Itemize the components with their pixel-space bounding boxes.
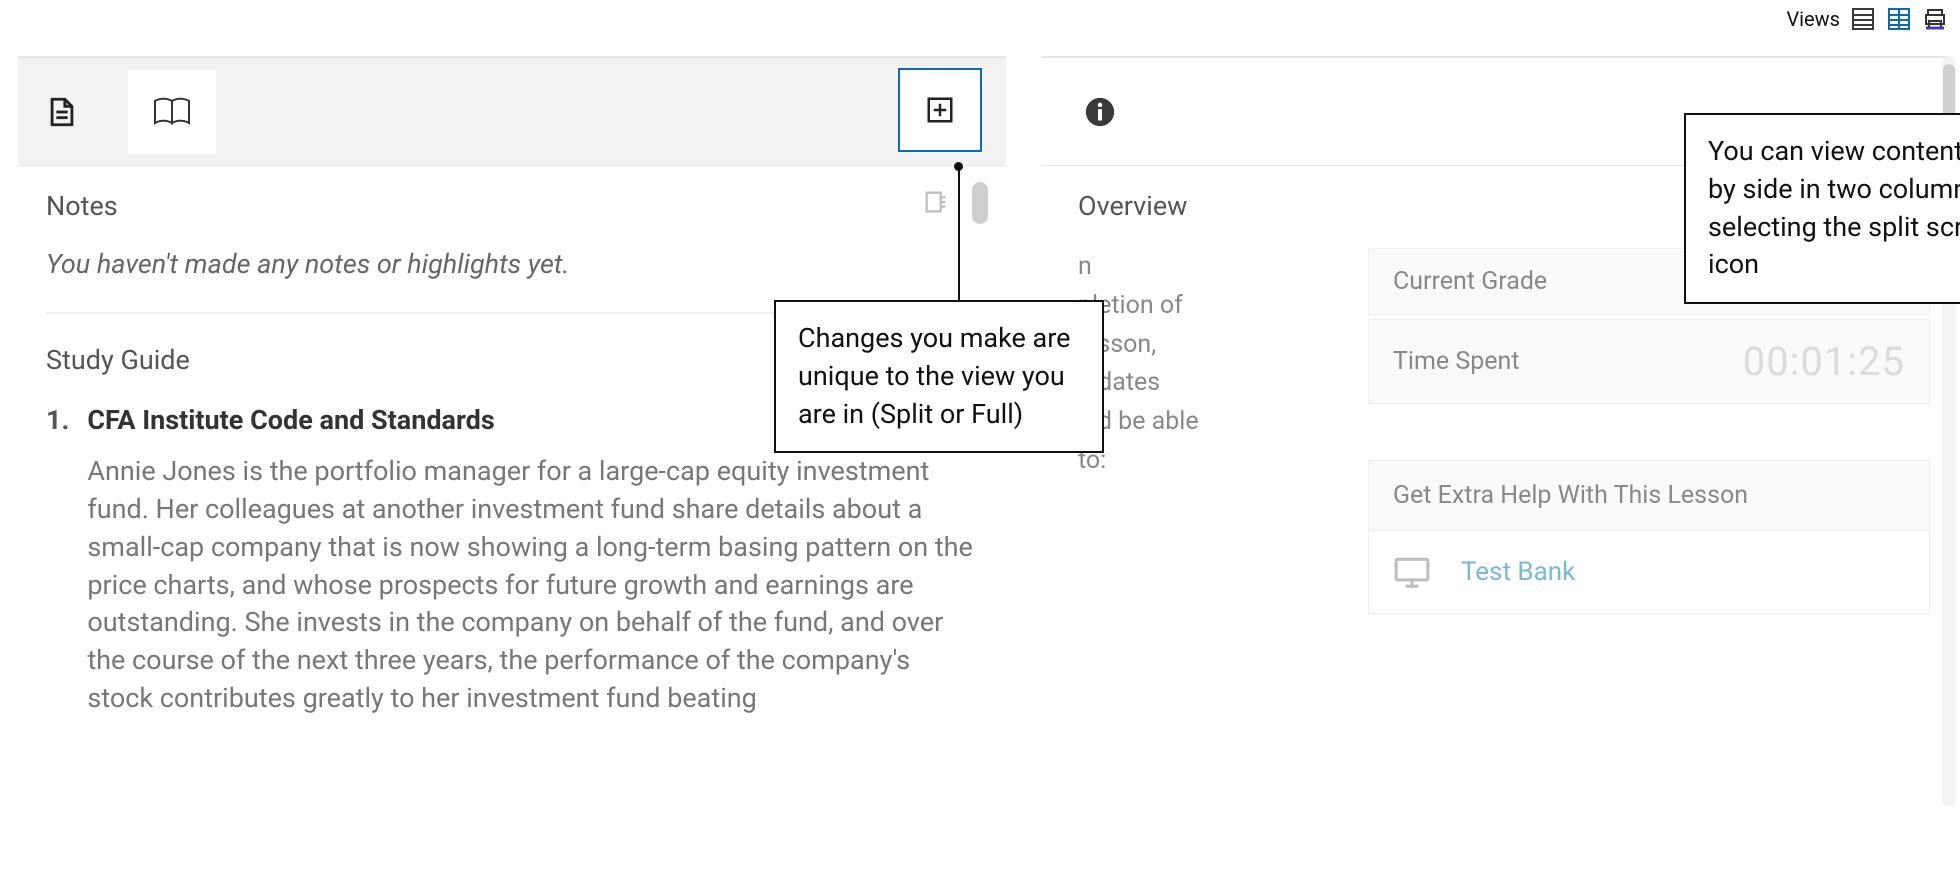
- left-pane-content: Notes You haven't made any notes or high…: [18, 166, 1006, 878]
- overview-line: didates: [1078, 364, 1308, 403]
- print-icon: [1923, 7, 1947, 31]
- left-pane-toolbar: [18, 58, 1006, 166]
- info-button[interactable]: [1076, 88, 1124, 136]
- split-view-icon: [1887, 7, 1911, 31]
- overview-line: pletion of: [1078, 287, 1308, 326]
- notes-empty-text: You haven't made any notes or highlights…: [46, 248, 978, 280]
- help-card-label: Get Extra Help With This Lesson: [1368, 460, 1930, 531]
- full-view-button[interactable]: [1850, 6, 1876, 32]
- print-button[interactable]: [1922, 6, 1948, 32]
- time-spent-row: Time Spent 00:01:25: [1368, 319, 1930, 404]
- overview-line: uld be able: [1078, 403, 1308, 442]
- help-row: Test Bank: [1368, 531, 1930, 614]
- monitor-icon: [1393, 555, 1431, 589]
- overview-line: n: [1078, 248, 1308, 287]
- time-spent-value: 00:01:25: [1743, 338, 1905, 385]
- callout-changes: Changes you make are unique to the view …: [774, 300, 1104, 453]
- book-icon: [153, 97, 191, 127]
- overview-text-column: n pletion of lesson, didates uld be able…: [1078, 248, 1328, 614]
- add-panel-button[interactable]: [898, 68, 982, 152]
- info-icon: [1083, 95, 1117, 129]
- study-guide-item-text: Annie Jones is the portfolio manager for…: [87, 453, 978, 718]
- current-grade-label: Current Grade: [1393, 267, 1547, 296]
- study-guide-item-number: 1.: [46, 402, 69, 718]
- callout-1-leader-dot: [954, 162, 963, 171]
- split-view-button[interactable]: [1886, 6, 1912, 32]
- callout-split-view: You can view content side by side in two…: [1684, 113, 1960, 304]
- document-icon: [45, 95, 79, 129]
- time-spent-label: Time Spent: [1393, 347, 1520, 376]
- notes-heading: Notes: [46, 190, 978, 222]
- overview-line: to:: [1078, 442, 1308, 481]
- overview-line: lesson,: [1078, 326, 1308, 365]
- callout-1-leader: [958, 170, 960, 300]
- test-bank-link[interactable]: Test Bank: [1461, 557, 1575, 587]
- book-tab[interactable]: [128, 70, 216, 154]
- full-view-icon: [1851, 7, 1875, 31]
- views-toolbar: Views: [1786, 6, 1948, 32]
- left-pane: Notes You haven't made any notes or high…: [18, 56, 1006, 878]
- document-tab[interactable]: [38, 88, 86, 136]
- add-panel-icon: [925, 95, 955, 125]
- views-label: Views: [1786, 7, 1840, 31]
